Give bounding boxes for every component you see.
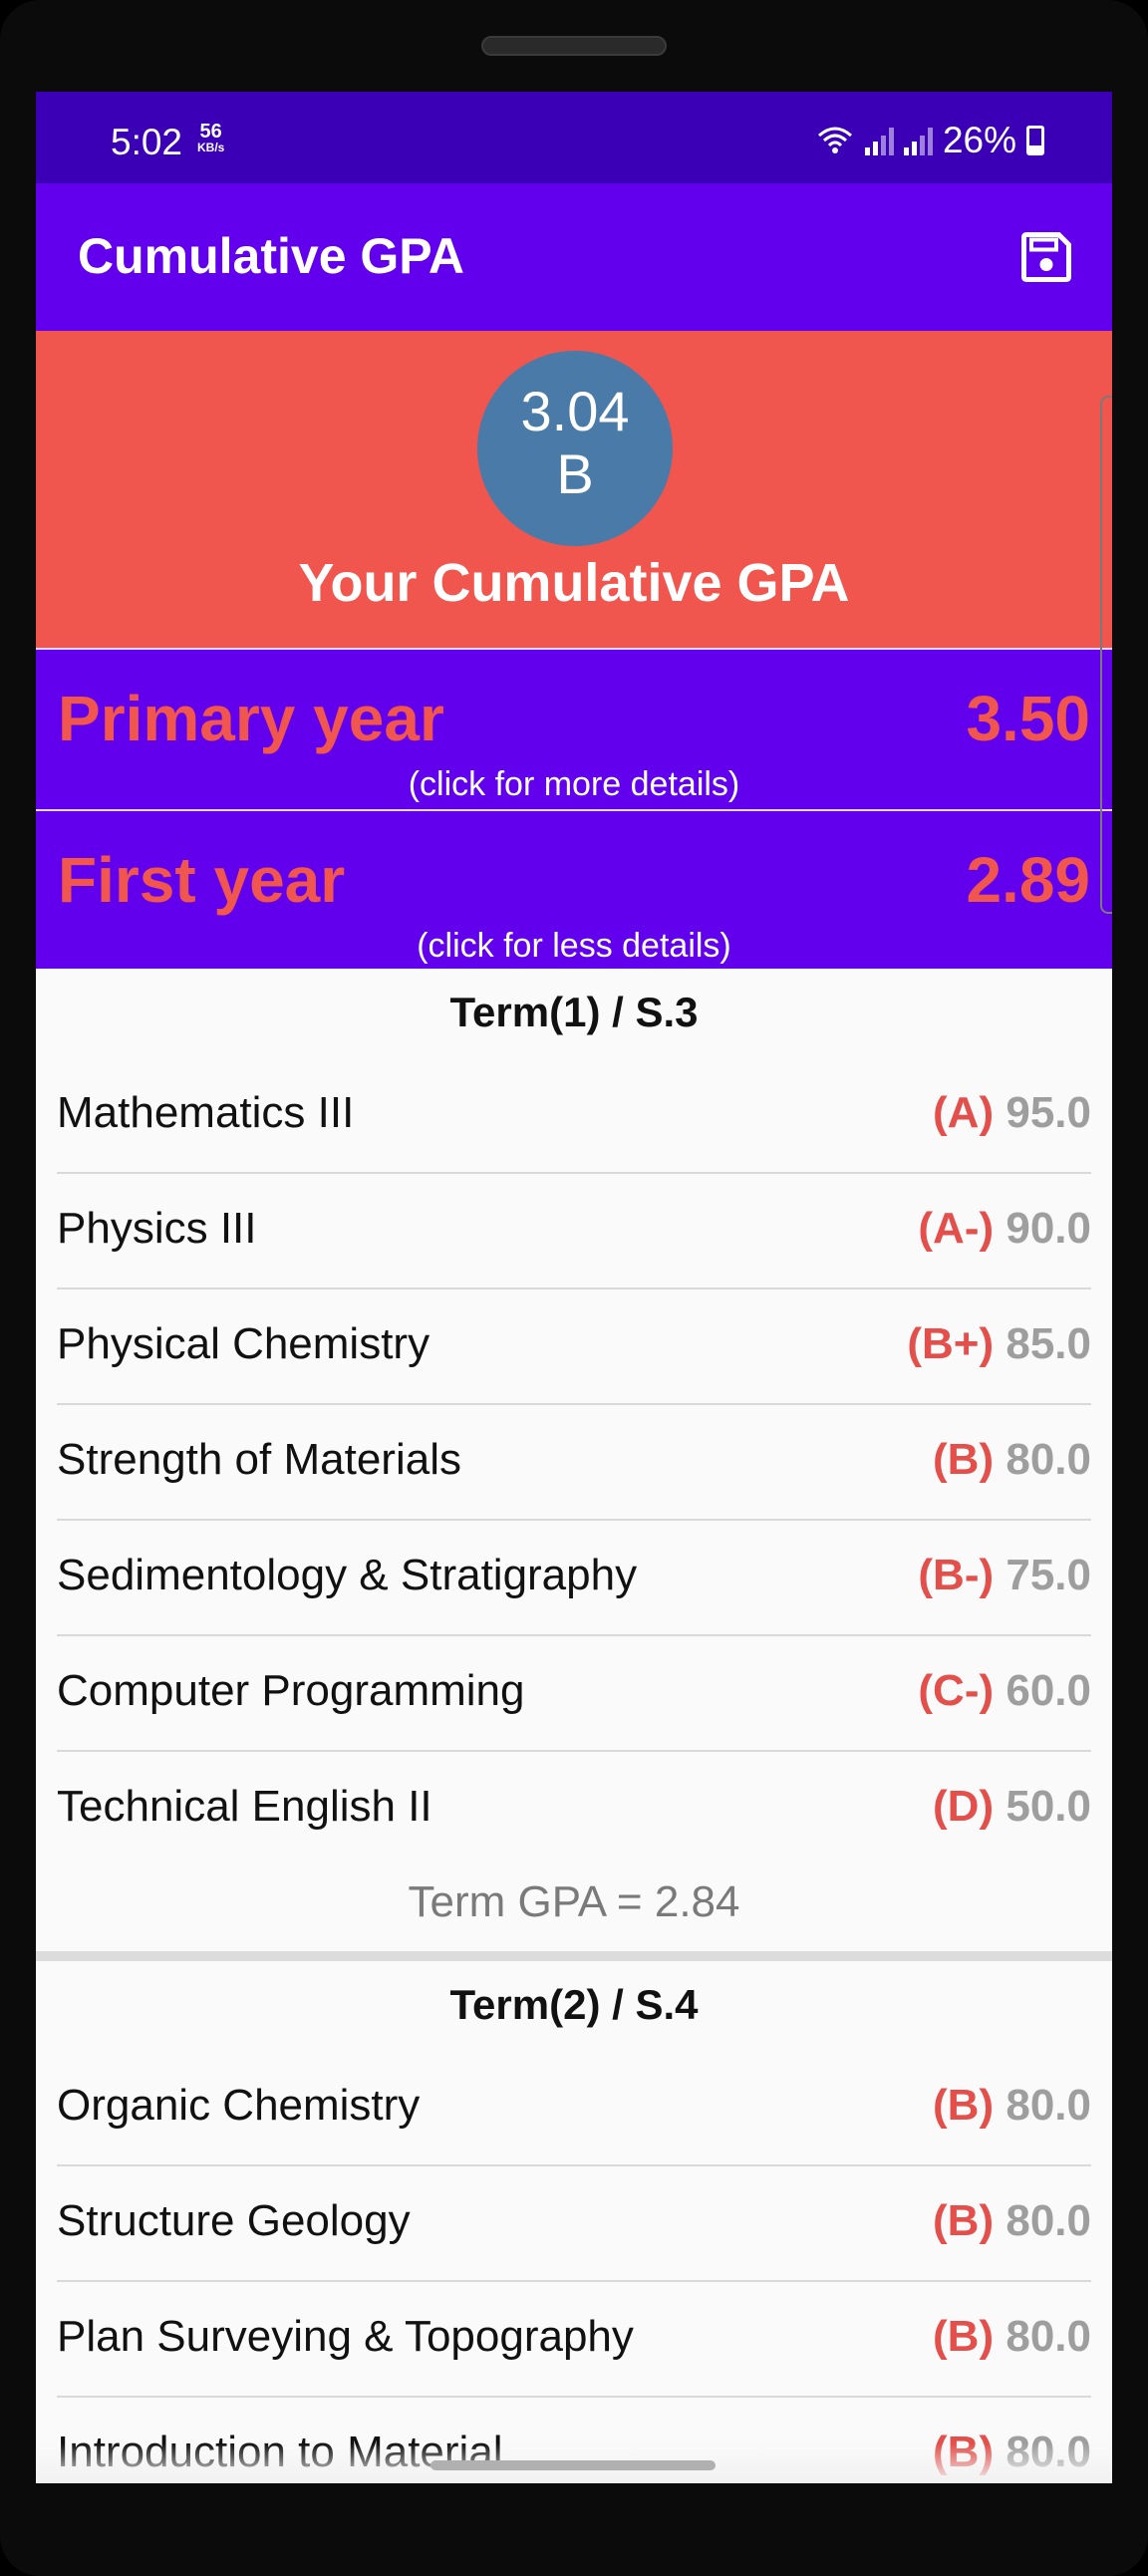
course-mark: 85.0 — [1005, 1319, 1091, 1368]
course-score: (B) 80.0 — [933, 1435, 1091, 1485]
course-row[interactable]: Organic Chemistry (B) 80.0 — [57, 2051, 1091, 2166]
wifi-icon — [817, 127, 852, 153]
course-score: (B) 80.0 — [933, 2312, 1091, 2362]
battery-icon — [1026, 126, 1044, 155]
year-name: Primary year — [58, 683, 444, 754]
term-block-2: Term(2) / S.4 Organic Chemistry (B) 80.0… — [36, 1961, 1112, 2483]
cumulative-gpa-value: 3.04 — [520, 380, 630, 442]
course-grade: (D) — [933, 1782, 995, 1831]
course-grade: (B) — [933, 2312, 995, 2361]
app-title: Cumulative GPA — [78, 228, 465, 284]
scrollbar[interactable] — [1100, 396, 1112, 914]
course-name: Mathematics III — [57, 1088, 355, 1137]
course-row[interactable]: Computer Programming (C-) 60.0 — [57, 1636, 1091, 1752]
signal-icon — [864, 126, 894, 155]
course-name: Computer Programming — [57, 1666, 525, 1715]
cumulative-caption: Your Cumulative GPA — [298, 553, 850, 613]
year-row-primary[interactable]: Primary year 3.50 (click for more detail… — [36, 648, 1112, 809]
course-name: Physics III — [57, 1204, 257, 1253]
course-score: (A-) 90.0 — [918, 1204, 1091, 1254]
course-mark: 50.0 — [1005, 1782, 1091, 1831]
year-hint: (click for more details) — [408, 765, 740, 803]
course-name: Structure Geology — [57, 2196, 411, 2245]
speaker-grille — [481, 36, 667, 56]
screen: 5:02 56 KB/s 26% Cumulative GPA 3.04 B Y… — [36, 92, 1112, 2483]
course-row[interactable]: Sedimentology & Stratigraphy (B-) 75.0 — [57, 1521, 1091, 1636]
course-mark: 95.0 — [1005, 1088, 1091, 1137]
year-row-first[interactable]: First year 2.89 (click for less details) — [36, 809, 1112, 971]
course-grade: (B) — [933, 2081, 995, 2130]
course-mark: 75.0 — [1005, 1551, 1091, 1599]
course-grade: (B+) — [907, 1319, 995, 1368]
year-hint: (click for less details) — [417, 927, 731, 965]
network-speed-unit: KB/s — [197, 141, 225, 154]
course-name: Sedimentology & Stratigraphy — [57, 1551, 638, 1599]
network-speed: 56 KB/s — [197, 122, 225, 155]
course-mark: 60.0 — [1005, 1666, 1091, 1715]
phone-frame: 5:02 56 KB/s 26% Cumulative GPA 3.04 B Y… — [0, 0, 1148, 2576]
save-icon[interactable] — [1016, 227, 1076, 287]
course-name: Technical English II — [57, 1782, 432, 1831]
status-time: 5:02 — [111, 122, 183, 162]
course-score: (B) 80.0 — [933, 2081, 1091, 2131]
status-icons: 26% — [815, 120, 1044, 161]
course-mark: 90.0 — [1005, 1204, 1091, 1253]
course-row[interactable]: Structure Geology (B) 80.0 — [57, 2166, 1091, 2282]
course-mark: 80.0 — [1005, 2081, 1091, 2130]
course-row[interactable]: Physics III (A-) 90.0 — [57, 1174, 1091, 1289]
course-row[interactable]: Mathematics III (A) 95.0 — [57, 1058, 1091, 1174]
course-row[interactable]: Technical English II (D) 50.0 — [57, 1752, 1091, 1867]
course-mark: 80.0 — [1005, 2312, 1091, 2361]
cumulative-grade: B — [556, 442, 594, 505]
course-grade: (A) — [933, 1088, 995, 1137]
term-divider — [36, 1951, 1112, 1961]
course-row[interactable]: Physical Chemistry (B+) 85.0 — [57, 1289, 1091, 1405]
gpa-circle: 3.04 B — [477, 351, 673, 546]
status-bar: 5:02 56 KB/s 26% — [36, 92, 1112, 183]
app-bar: Cumulative GPA — [36, 183, 1112, 331]
course-name: Plan Surveying & Topography — [57, 2312, 634, 2361]
course-name: Strength of Materials — [57, 1435, 461, 1484]
course-mark: 80.0 — [1005, 1435, 1091, 1484]
term-gpa: Term GPA = 2.84 — [408, 1877, 740, 1926]
course-grade: (B-) — [918, 1551, 995, 1599]
course-grade: (C-) — [918, 1666, 995, 1715]
course-row[interactable]: Plan Surveying & Topography (B) 80.0 — [57, 2282, 1091, 2398]
term-title: Term(2) / S.4 — [449, 1981, 699, 2028]
year-gpa: 3.50 — [966, 683, 1090, 754]
course-score: (B+) 85.0 — [907, 1319, 1091, 1369]
gesture-handle[interactable] — [430, 2460, 716, 2470]
course-score: (A) 95.0 — [933, 1088, 1091, 1138]
term-title: Term(1) / S.3 — [449, 989, 699, 1035]
course-score: (D) 50.0 — [933, 1782, 1091, 1832]
course-name: Organic Chemistry — [57, 2081, 421, 2130]
course-grade: (B) — [933, 1435, 995, 1484]
year-name: First year — [58, 844, 346, 916]
course-grade: (A-) — [918, 1204, 995, 1253]
cumulative-summary: 3.04 B Your Cumulative GPA — [36, 331, 1112, 648]
course-mark: 80.0 — [1005, 2196, 1091, 2245]
course-grade: (B) — [933, 2196, 995, 2245]
battery-percent: 26% — [942, 120, 1016, 160]
course-score: (B-) 75.0 — [918, 1551, 1091, 1600]
signal-icon-2 — [903, 126, 933, 155]
course-name: Physical Chemistry — [57, 1319, 430, 1368]
year-gpa: 2.89 — [966, 844, 1090, 916]
term-block-1: Term(1) / S.3 Mathematics III (A) 95.0 P… — [36, 969, 1112, 1961]
course-score: (B) 80.0 — [933, 2196, 1091, 2246]
course-row[interactable]: Strength of Materials (B) 80.0 — [57, 1405, 1091, 1521]
course-score: (C-) 60.0 — [918, 1666, 1091, 1716]
